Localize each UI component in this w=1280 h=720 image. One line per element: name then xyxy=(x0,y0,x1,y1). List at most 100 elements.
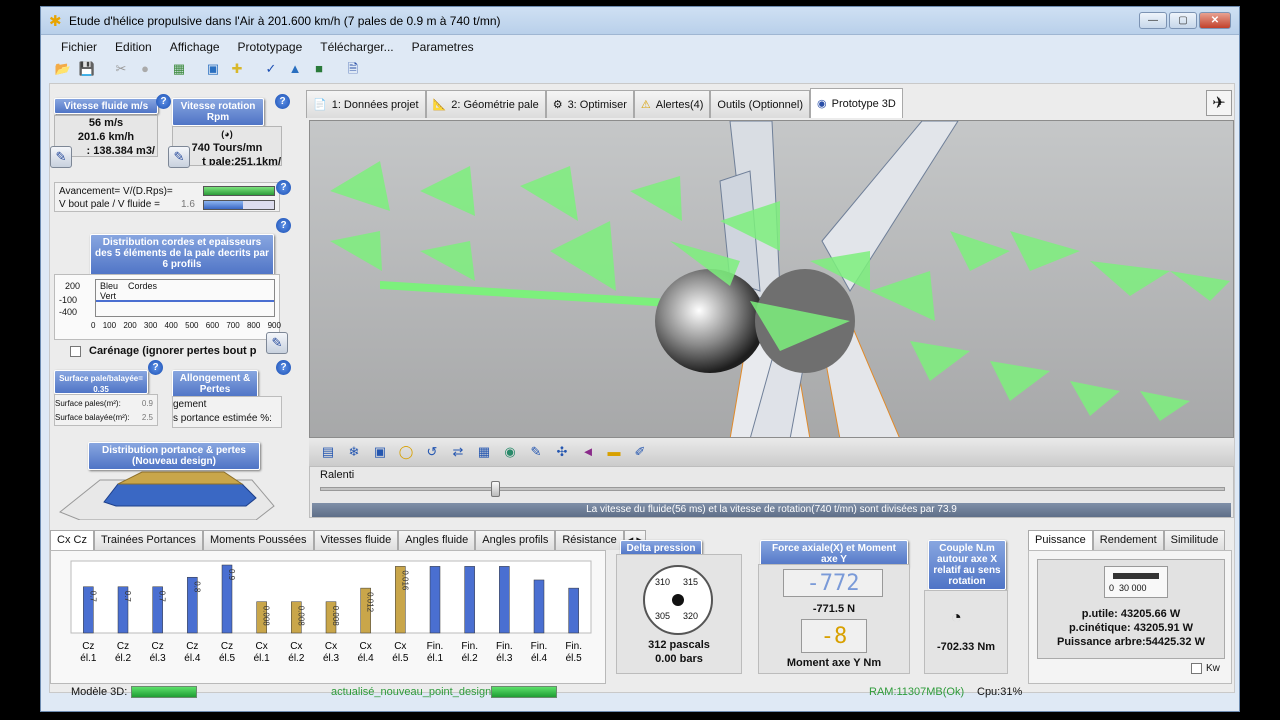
tab-moments-poussees[interactable]: Moments Poussées xyxy=(202,530,314,550)
menu-edition[interactable]: Edition xyxy=(115,40,152,54)
tab-donnees-projet[interactable]: 📄 1: Données projet xyxy=(306,90,426,118)
advance-box: Avancement= V/(D.Rps)= V bout pale / V f… xyxy=(54,182,280,212)
menu-prototypage[interactable]: Prototypage xyxy=(238,40,303,54)
tab-vitesses-fluide[interactable]: Vitesses fluide xyxy=(313,530,399,550)
distribution-plot-area: Bleu Cordes Vert xyxy=(95,279,275,317)
tab-angles-profils[interactable]: Angles profils xyxy=(475,530,556,550)
legend-bleu: Bleu xyxy=(100,281,119,291)
document-info-icon[interactable]: 🗎 xyxy=(343,59,363,79)
bar-value-label: 0.8 xyxy=(192,581,201,593)
x-category-label: Cx xyxy=(394,641,406,652)
brush-icon[interactable]: ✐ xyxy=(629,441,651,463)
axes-icon[interactable]: ✣ xyxy=(551,441,573,463)
x-category-sublabel: él.1 xyxy=(254,653,271,664)
open-folder-icon[interactable]: 📂 xyxy=(53,59,73,79)
menu-parametres[interactable]: Parametres xyxy=(412,40,474,54)
x-category-sublabel: él.2 xyxy=(462,653,479,664)
tab-resistance[interactable]: Résistance xyxy=(555,530,624,550)
kw-checkbox[interactable] xyxy=(1191,663,1202,674)
help-icon[interactable]: ? xyxy=(275,94,290,109)
bottle-icon[interactable]: ▲ xyxy=(285,59,305,79)
tab-optimiser[interactable]: ⚙ 3: Optimiser xyxy=(545,90,634,118)
check-icon[interactable]: ✓ xyxy=(261,59,281,79)
force-value: -771.5 N xyxy=(812,603,856,615)
snowflake-icon[interactable]: ❄ xyxy=(343,441,365,463)
x-category-label: Fin. xyxy=(531,641,548,652)
help-icon[interactable]: ? xyxy=(156,94,171,109)
chart-export-icon[interactable]: ▦ xyxy=(169,59,189,79)
x-tick: 500 xyxy=(185,321,199,330)
help-icon[interactable]: ? xyxy=(148,360,163,375)
x-category-sublabel: él.5 xyxy=(219,653,236,664)
rotation-header[interactable]: Vitesse rotation Rpm xyxy=(172,98,264,126)
tab-puissance[interactable]: Puissance xyxy=(1028,530,1093,550)
tab-prototype-3d[interactable]: ◉ Prototype 3D xyxy=(810,88,903,118)
save-icon[interactable]: 💾 xyxy=(77,59,97,79)
screenshot-icon[interactable]: ▦ xyxy=(473,441,495,463)
allongement-header[interactable]: Allongement & Pertes xyxy=(172,370,258,398)
portance-surface xyxy=(59,471,275,521)
tab-rendement[interactable]: Rendement xyxy=(1092,530,1164,550)
distribution-header[interactable]: Distribution cordes et epaisseurs des 5 … xyxy=(90,234,274,276)
view-panel-icon[interactable]: ▤ xyxy=(317,441,339,463)
couple-header[interactable]: Couple N.m autour axe X relatif au sens … xyxy=(928,540,1006,590)
blade-shape-icon[interactable]: ▬ xyxy=(603,441,625,463)
edit-rotation-pencil-icon[interactable]: ✎ xyxy=(168,146,190,168)
tab-trainees-portances[interactable]: Trainées Portances xyxy=(93,530,203,550)
zoom-icon[interactable]: ◯ xyxy=(395,441,417,463)
maximize-button[interactable]: ▢ xyxy=(1169,12,1197,29)
x-tick: 800 xyxy=(246,321,261,330)
document-icon: 📄 xyxy=(313,99,327,111)
tab-alertes[interactable]: ⚠ Alertes(4) xyxy=(633,90,711,118)
pencil-tool-icon[interactable]: ✎ xyxy=(525,441,547,463)
propeller-corner-icon[interactable]: ✈ xyxy=(1206,90,1232,116)
book-icon[interactable]: ■ xyxy=(309,59,329,79)
slow-slider-track[interactable] xyxy=(320,487,1225,491)
cut-icon[interactable]: ✂ xyxy=(111,59,131,79)
save-view-icon[interactable]: ▣ xyxy=(369,441,391,463)
settings-disabled-icon[interactable]: ● xyxy=(135,59,155,79)
help-icon[interactable]: ? xyxy=(276,180,291,195)
camera-icon[interactable]: ▣ xyxy=(203,59,223,79)
profile-icon[interactable]: ◄ xyxy=(577,441,599,463)
portance-3d-plot[interactable] xyxy=(56,466,280,521)
model-3d-progress xyxy=(131,686,197,698)
menu-telecharger[interactable]: Télécharger... xyxy=(320,40,393,54)
minimize-button[interactable]: — xyxy=(1139,12,1167,29)
force-digital-display: -772 xyxy=(783,569,883,597)
x-category-label: Fin. xyxy=(565,641,582,652)
help-icon[interactable]: ? xyxy=(276,360,291,375)
add-image-icon[interactable]: ✚ xyxy=(227,59,247,79)
moment-digital-display: -8 xyxy=(801,619,867,653)
bar-value-label: 0.008 xyxy=(296,606,305,627)
tab-angles-fluide[interactable]: Angles fluide xyxy=(398,530,476,550)
vtip-value: 1.6 xyxy=(181,199,195,210)
close-button[interactable]: ✕ xyxy=(1199,12,1231,29)
tab-outils[interactable]: Outils (Optionnel) xyxy=(710,90,811,118)
delta-pression-panel: 310 315 305 320 312 pascals 0.00 bars xyxy=(616,554,742,674)
bar xyxy=(568,587,579,634)
menu-fichier[interactable]: Fichier xyxy=(61,40,97,54)
edit-distribution-pencil-icon[interactable]: ✎ xyxy=(266,332,288,354)
tab-geometrie-pale[interactable]: 📐 2: Géométrie pale xyxy=(425,90,546,118)
couple-value: -702.33 Nm xyxy=(936,641,996,653)
menu-affichage[interactable]: Affichage xyxy=(170,40,220,54)
tab-cx-cz[interactable]: Cx Cz xyxy=(50,530,94,550)
rotate-icon[interactable]: ↺ xyxy=(421,441,443,463)
dial-tick: 305 xyxy=(655,611,671,621)
edit-fluid-speed-pencil-icon[interactable]: ✎ xyxy=(50,146,72,168)
slow-slider-thumb[interactable] xyxy=(491,481,500,497)
eye-icon[interactable]: ◉ xyxy=(499,441,521,463)
carenage-checkbox[interactable] xyxy=(70,345,81,357)
bar-value-label: 0.7 xyxy=(158,591,167,603)
pan-icon[interactable]: ⇄ xyxy=(447,441,469,463)
x-category-label: Cx xyxy=(290,641,302,652)
tab-similitude[interactable]: Similitude xyxy=(1163,530,1226,550)
slow-label: Ralenti xyxy=(320,469,355,481)
x-category-sublabel: él.2 xyxy=(115,653,132,664)
3d-viewport[interactable] xyxy=(309,120,1234,438)
pressure-bars: 0.00 bars xyxy=(655,653,703,665)
surface-header[interactable]: Surface pale/balayée= 0.35 xyxy=(54,370,148,394)
fluid-speed-header[interactable]: Vitesse fluide m/s xyxy=(54,98,158,114)
help-icon[interactable]: ? xyxy=(276,218,291,233)
